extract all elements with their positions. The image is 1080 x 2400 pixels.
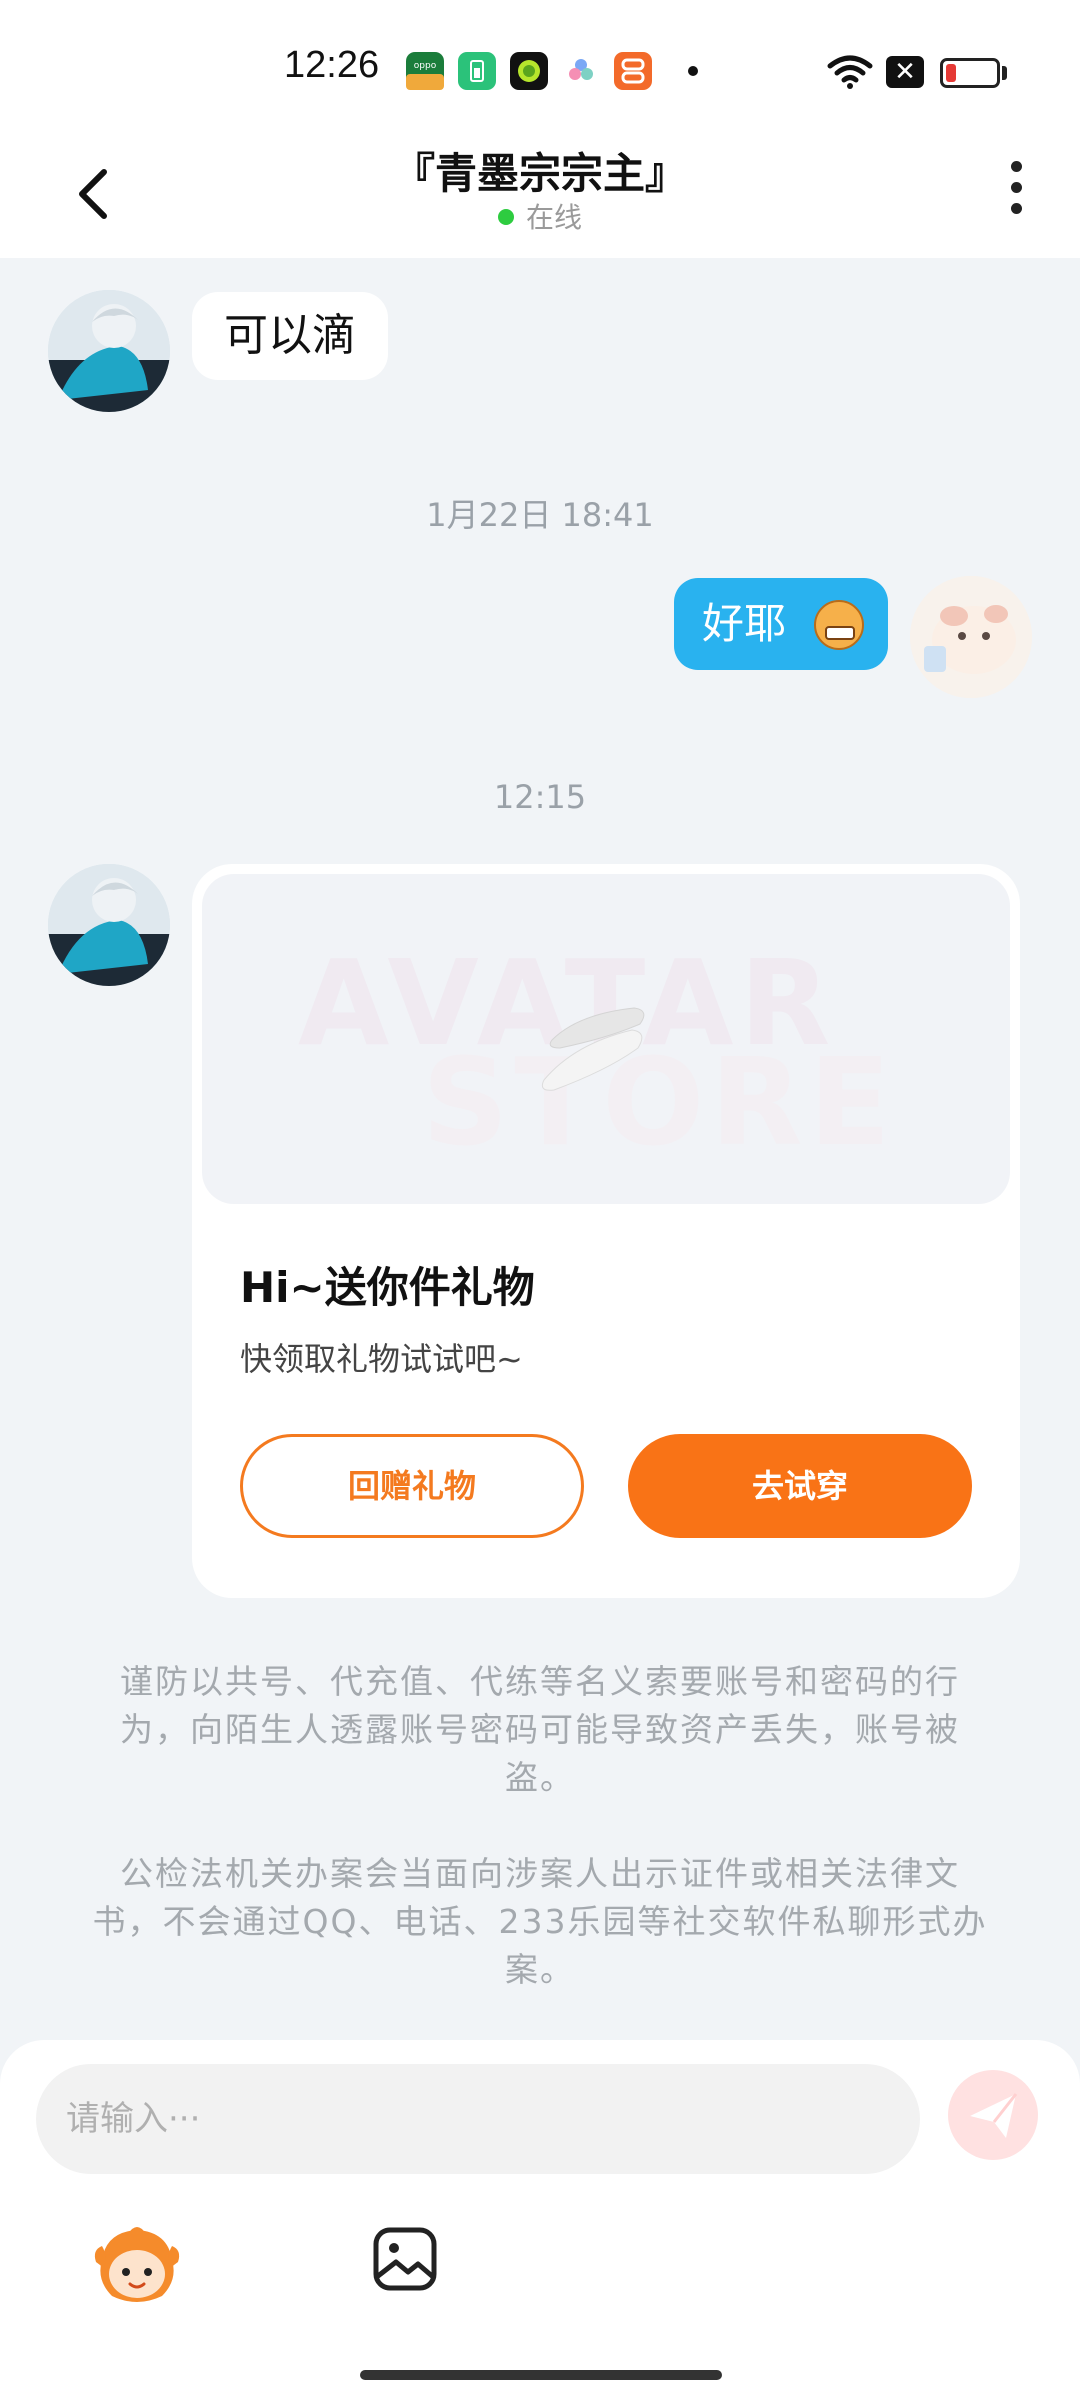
online-status: 在线 [0,196,1080,236]
send-button[interactable] [948,2070,1038,2160]
battery-icon [940,58,1000,88]
chat-screen: 12:26 oppo ✕ 『青墨宗宗主』 在线 可以滴 1月22日 18:41 … [0,0,1080,2400]
gift-preview-image: AVATAR STORE [202,874,1010,1204]
gift-item-icon [541,1007,645,1091]
chat-header: 『青墨宗宗主』 在线 [0,130,1080,258]
watermark-line2: STORE [422,1034,897,1173]
gift-card[interactable]: AVATAR STORE Hi~送你件礼物 快领取礼物试试吧~ 回赠礼物 去试穿 [192,864,1020,1598]
self-avatar[interactable] [910,576,1032,698]
status-bar: 12:26 oppo ✕ [0,0,1080,130]
message-input[interactable] [36,2064,920,2174]
image-picker-button[interactable] [370,2224,440,2294]
petals-app-icon [562,52,600,90]
contact-avatar[interactable] [48,290,170,412]
message-text: 好耶 [702,599,787,648]
home-indicator[interactable] [360,2370,722,2380]
grinning-monkey-emoji-icon [814,600,864,650]
notification-dot-icon [688,66,698,76]
oppo-app-icon: oppo [406,52,444,90]
more-options-button[interactable] [996,154,1036,230]
gift-title: Hi~送你件礼物 [240,1263,535,1312]
message-timestamp: 12:15 [493,778,587,816]
svg-text:oppo: oppo [414,61,437,71]
online-status-text: 在线 [525,201,582,234]
contact-name: 『青墨宗宗主』 [392,149,687,198]
orange-app-icon [614,52,652,90]
mascot-emoji-button[interactable] [92,2220,182,2310]
send-icon [970,2093,1018,2138]
mascot-icon [94,2227,180,2302]
input-panel [0,2040,1080,2400]
battery-saver-app-icon [458,52,496,90]
security-notice-account: 谨防以共号、代充值、代练等名义索要账号和密码的行为，向陌生人透露账号密码可能导致… [120,1662,960,1797]
message-bubble-received[interactable]: 可以滴 [192,292,388,380]
wifi-icon [826,52,874,90]
gift-subtitle: 快领取礼物试试吧~ [240,1340,523,1378]
return-gift-button[interactable]: 回赠礼物 [240,1434,584,1538]
security-notice-police: 公检法机关办案会当面向涉案人出示证件或相关法律文书，不会通过QQ、电话、233乐… [92,1854,988,1989]
no-sim-icon: ✕ [886,56,924,88]
online-dot-icon [497,209,514,225]
contact-avatar[interactable] [48,864,170,986]
try-on-button[interactable]: 去试穿 [628,1434,972,1538]
circle-app-icon [510,52,548,90]
message-bubble-sent[interactable]: 好耶 [674,578,888,670]
battery-tip [1002,66,1007,80]
status-time: 12:26 [284,44,380,86]
message-timestamp: 1月22日 18:41 [426,496,654,534]
image-icon [373,2227,437,2291]
